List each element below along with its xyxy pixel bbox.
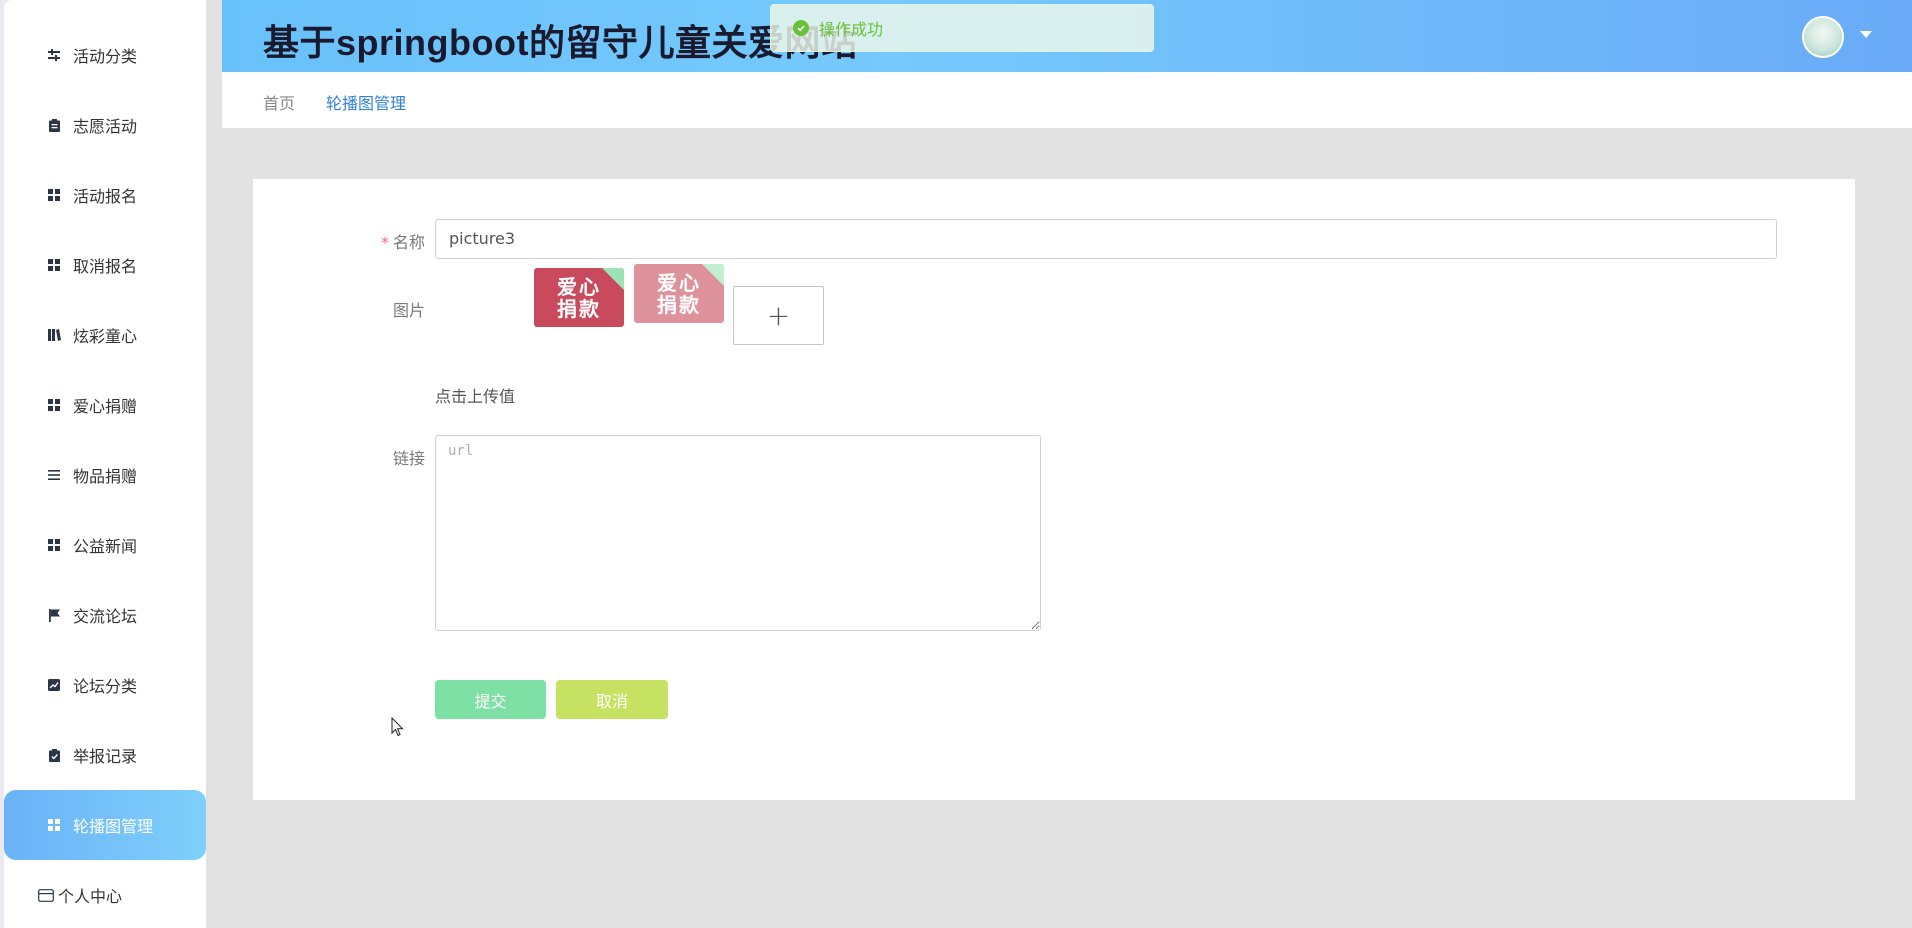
uploaded-image-thumbnail[interactable]: 爱心 捐款: [534, 268, 624, 327]
breadcrumb-home[interactable]: 首页: [263, 90, 295, 114]
avatar[interactable]: [1802, 16, 1844, 58]
book-icon: [47, 328, 61, 342]
sidebar-item-volunteer-activity[interactable]: 志愿活动: [4, 90, 206, 160]
name-field[interactable]: picture3: [435, 219, 1777, 259]
sidebar-item-label: 爱心捐赠: [73, 397, 138, 416]
sidebar-item-label: 个人中心: [58, 887, 123, 906]
required-mark: *: [380, 233, 389, 252]
sidebar-item-forum[interactable]: 交流论坛: [4, 580, 206, 650]
sidebar-item-label: 活动分类: [73, 47, 138, 66]
sidebar-item-label: 公益新闻: [73, 537, 138, 556]
sidebar-item-love-donation[interactable]: 爱心捐赠: [4, 370, 206, 440]
link-label: 链接: [392, 449, 425, 468]
thumb-text-top: 爱心: [557, 274, 601, 299]
caret-down-icon[interactable]: [1860, 31, 1872, 38]
grid-icon: [47, 818, 61, 832]
top-header: 基于springboot的留守儿童关爱网站 操作成功: [222, 0, 1912, 72]
link-textarea[interactable]: [435, 435, 1041, 631]
sidebar: 活动分类 志愿活动 活动报名 取消报名 炫彩童心 爱心捐赠 物品捐赠 公益新闻 …: [0, 0, 206, 928]
sidebar-item-activity-signup[interactable]: 活动报名: [4, 160, 206, 230]
clipboard-icon: [47, 118, 61, 132]
submit-button[interactable]: 提交: [435, 680, 546, 719]
sidebar-menu: 活动分类 志愿活动 活动报名 取消报名 炫彩童心 爱心捐赠 物品捐赠 公益新闻 …: [4, 0, 206, 928]
sidebar-item-forum-category[interactable]: 论坛分类: [4, 650, 206, 720]
sidebar-item-goods-donation[interactable]: 物品捐赠: [4, 440, 206, 510]
mouse-cursor-icon: [391, 716, 405, 737]
sidebar-item-cancel-signup[interactable]: 取消报名: [4, 230, 206, 300]
sidebar-item-label: 论坛分类: [73, 677, 138, 696]
success-toast: 操作成功: [770, 4, 1154, 52]
toast-message: 操作成功: [819, 20, 884, 39]
card-icon: [38, 888, 54, 902]
thumb-corner: [702, 264, 724, 286]
chart-icon: [47, 678, 61, 692]
thumb-text-bottom: 捐款: [557, 296, 601, 321]
upload-button[interactable]: +: [733, 286, 824, 345]
uploading-image-thumbnail[interactable]: 爱心 捐款: [634, 264, 724, 323]
sidebar-item-carousel-management[interactable]: 轮播图管理: [4, 790, 206, 860]
list-icon: [47, 468, 61, 482]
sidebar-item-label: 活动报名: [73, 187, 138, 206]
sidebar-item-report-records[interactable]: 举报记录: [4, 720, 206, 790]
upload-hint: 点击上传值: [435, 387, 516, 406]
sliders-icon: [47, 48, 61, 62]
sidebar-item-label: 炫彩童心: [73, 327, 138, 346]
name-label: * 名称: [380, 233, 425, 252]
grid-icon: [47, 258, 61, 272]
sidebar-item-activity-category[interactable]: 活动分类: [4, 20, 206, 90]
thumb-text-bottom: 捐款: [657, 292, 701, 317]
sidebar-item-label: 取消报名: [73, 257, 138, 276]
plus-icon: +: [766, 299, 791, 332]
image-label: 图片: [392, 301, 425, 320]
breadcrumb: 首页 轮播图管理: [222, 72, 1912, 128]
sidebar-item-label: 志愿活动: [73, 117, 138, 136]
success-check-icon: [793, 20, 809, 36]
grid-icon: [47, 538, 61, 552]
breadcrumb-current: 轮播图管理: [326, 94, 407, 113]
grid-icon: [47, 398, 61, 412]
sidebar-item-label: 举报记录: [73, 747, 138, 766]
site-title: 基于springboot的留守儿童关爱网站: [263, 22, 858, 63]
thumb-corner: [602, 268, 624, 290]
sidebar-item-public-news[interactable]: 公益新闻: [4, 510, 206, 580]
sidebar-item-label: 轮播图管理: [73, 817, 154, 836]
sidebar-item-colorful-heart[interactable]: 炫彩童心: [4, 300, 206, 370]
sidebar-item-personal-center[interactable]: 个人中心: [4, 860, 206, 928]
sidebar-item-label: 交流论坛: [73, 607, 138, 626]
clipboard-check-icon: [47, 748, 61, 762]
cancel-button[interactable]: 取消: [556, 680, 668, 719]
sidebar-item-label: 物品捐赠: [73, 467, 138, 486]
grid-icon: [47, 188, 61, 202]
flag-icon: [47, 608, 61, 622]
carousel-form: *名称 picture3 图片 爱心 捐款 爱心 捐款 + 点击上传值 链接 提…: [253, 179, 1855, 800]
thumb-text-top: 爱心: [657, 270, 701, 295]
